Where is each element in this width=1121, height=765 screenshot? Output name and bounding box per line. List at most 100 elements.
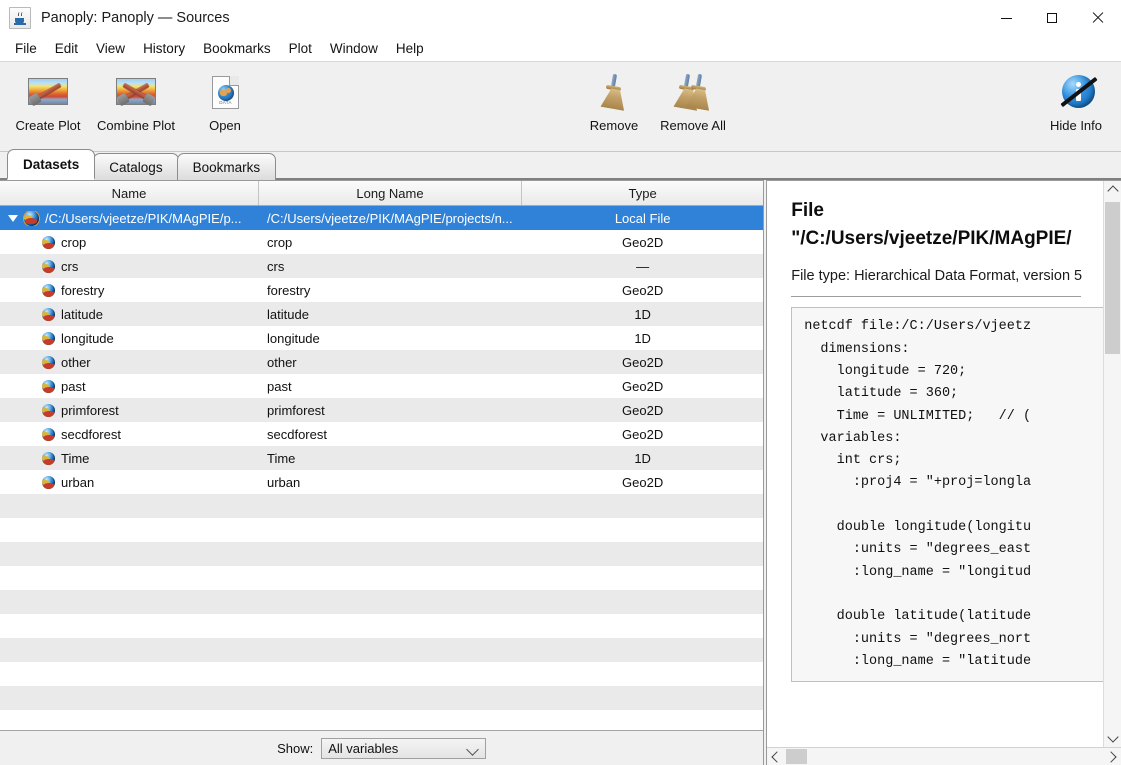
show-label: Show: (277, 740, 314, 756)
open-file-icon: DATA (201, 70, 249, 114)
create-plot-button[interactable]: Create Plot (2, 70, 94, 133)
chevron-left-icon (771, 750, 783, 763)
info-vertical-scrollbar[interactable] (1103, 181, 1121, 747)
scroll-left-button[interactable] (767, 748, 784, 765)
vertical-scroll-track[interactable] (1104, 198, 1121, 730)
cell-long-name: past (267, 378, 292, 394)
menu-file[interactable]: File (6, 38, 46, 59)
variable-globe-icon (42, 451, 55, 465)
cell-name: primforest (61, 402, 119, 418)
open-button[interactable]: DATA Open (179, 70, 271, 133)
scroll-down-button[interactable] (1104, 730, 1121, 747)
empty-row (0, 614, 763, 638)
column-header-type[interactable]: Type (522, 181, 763, 205)
variable-globe-icon (42, 475, 55, 489)
cell-type: — (636, 258, 650, 274)
table-row[interactable]: longitude longitude 1D (0, 326, 763, 350)
combine-plot-button[interactable]: Combine Plot (90, 70, 182, 133)
menu-bookmarks[interactable]: Bookmarks (194, 38, 280, 59)
cell-name: other (61, 354, 91, 370)
cell-long-name: primforest (267, 402, 325, 418)
column-header-long-name[interactable]: Long Name (259, 181, 522, 205)
show-variables-dropdown[interactable]: All variables (321, 737, 487, 759)
create-plot-icon (24, 70, 72, 114)
remove-all-button[interactable]: Remove All (647, 70, 739, 133)
main-area: Name Long Name Type /C:/Users/vjeetze/PI… (0, 180, 1121, 765)
cdl-text: netcdf file:/C:/Users/vjeetz dimensions:… (804, 319, 1032, 669)
cell-long-name: crop (267, 234, 293, 250)
variable-globe-icon (42, 379, 55, 393)
table-row[interactable]: latitude latitude 1D (0, 302, 764, 326)
cell-name: past (61, 378, 86, 394)
expand-collapse-triangle-icon[interactable] (6, 211, 20, 225)
menu-edit[interactable]: Edit (46, 38, 87, 59)
cell-long-name: forestry (267, 282, 311, 298)
hide-info-button[interactable]: Hide Info (1030, 70, 1121, 133)
menu-bar: File Edit View History Bookmarks Plot Wi… (0, 36, 1121, 62)
menu-history[interactable]: History (134, 38, 194, 59)
cell-type: Geo2D (622, 234, 664, 250)
variable-globe-icon (42, 283, 55, 297)
scroll-up-button[interactable] (1104, 181, 1121, 198)
table-row[interactable]: urban urban Geo2D (0, 470, 763, 494)
empty-row (0, 494, 764, 518)
menu-plot[interactable]: Plot (280, 38, 321, 59)
column-header-name[interactable]: Name (0, 181, 259, 205)
scroll-right-button[interactable] (1104, 748, 1121, 765)
cell-long-name: longitude (267, 330, 320, 346)
empty-row (0, 662, 763, 686)
table-row[interactable]: crop crop Geo2D (0, 230, 763, 254)
table-row[interactable]: past past Geo2D (0, 374, 763, 398)
combine-plot-icon (112, 70, 160, 114)
table-row[interactable]: forestry forestry Geo2D (0, 278, 763, 302)
minimize-button[interactable] (983, 0, 1029, 36)
menu-window[interactable]: Window (321, 38, 387, 59)
window-title: Panoply: Panoply — Sources (41, 10, 230, 26)
show-filter-bar: Show: All variables (0, 730, 764, 765)
table-row[interactable]: other other Geo2D (0, 350, 764, 374)
vertical-scroll-thumb[interactable] (1105, 202, 1120, 354)
title-bar: Panoply: Panoply — Sources (0, 0, 1121, 36)
broom-icon (590, 70, 638, 114)
cell-name: urban (61, 474, 95, 490)
info-file-type: File type: Hierarchical Data Format, ver… (791, 268, 1083, 285)
cell-type: 1D (634, 450, 651, 466)
empty-row (0, 590, 764, 614)
chevron-down-icon (466, 742, 480, 756)
cell-long-name: urban (267, 474, 301, 490)
table-body: /C:/Users/vjeetze/PIK/MAgPIE/p... /C:/Us… (0, 206, 764, 730)
maximize-button[interactable] (1029, 0, 1075, 36)
close-button[interactable] (1075, 0, 1121, 36)
cell-type: Geo2D (622, 354, 664, 370)
table-header: Name Long Name Type (0, 181, 764, 206)
table-row[interactable]: Time Time 1D (0, 446, 764, 470)
cell-type: Geo2D (622, 474, 664, 490)
empty-row (0, 542, 764, 566)
cell-type: 1D (634, 306, 651, 322)
panoply-window: Panoply: Panoply — Sources File Edit Vie… (0, 0, 1121, 765)
tab-catalogs[interactable]: Catalogs (93, 153, 179, 180)
doc-icon-caption: DATA (219, 100, 232, 105)
table-row[interactable]: secdforest secdforest Geo2D (0, 422, 763, 446)
table-row[interactable]: primforest primforest Geo2D (0, 398, 764, 422)
horizontal-scroll-thumb[interactable] (786, 749, 808, 764)
empty-row (0, 710, 763, 730)
info-horizontal-scrollbar[interactable] (767, 747, 1121, 765)
cell-name: longitude (61, 330, 114, 346)
info-scroll-area: File "/C:/Users/vjeetze/PIK/MAgPIE/ File… (767, 181, 1121, 747)
cell-long-name: other (267, 354, 297, 370)
remove-label: Remove (589, 118, 639, 133)
cell-long-name: Time (267, 450, 296, 466)
menu-view[interactable]: View (87, 38, 134, 59)
menu-help[interactable]: Help (387, 38, 433, 59)
cell-name: secdforest (61, 426, 121, 442)
table-row[interactable]: crs crs — (0, 254, 764, 278)
cell-name: /C:/Users/vjeetze/PIK/MAgPIE/p... (45, 210, 242, 226)
create-plot-label: Create Plot (15, 118, 81, 133)
horizontal-scroll-track[interactable] (784, 748, 1104, 765)
cell-type: 1D (634, 330, 651, 346)
tab-bookmarks[interactable]: Bookmarks (176, 153, 277, 180)
tab-datasets[interactable]: Datasets (7, 149, 96, 180)
open-label: Open (209, 118, 241, 133)
table-row[interactable]: /C:/Users/vjeetze/PIK/MAgPIE/p... /C:/Us… (0, 206, 764, 230)
